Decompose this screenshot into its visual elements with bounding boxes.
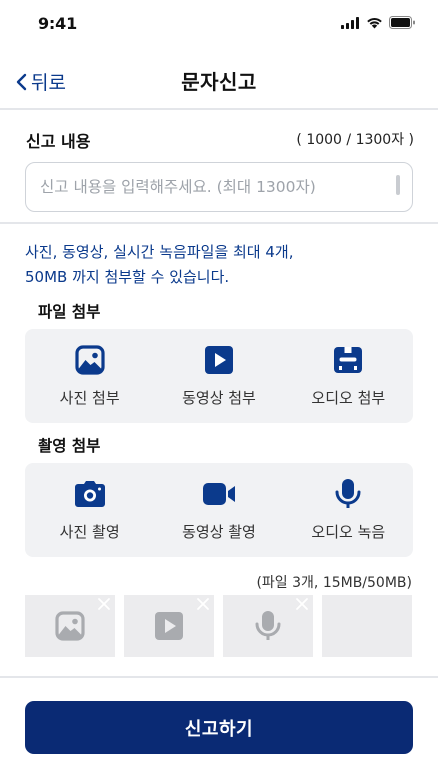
attached-file-info: (파일 3개, 15MB/50MB)	[256, 575, 412, 591]
notice-line-2: 50MB 까지 첨부할 수 있습니다.	[25, 268, 230, 286]
attach-photo-label: 사진 첨부	[59, 389, 120, 407]
cassette-icon	[334, 347, 363, 373]
char-count: ( 1000 / 1300자 )	[296, 132, 414, 148]
report-content-label: 신고 내용	[26, 132, 91, 151]
attachment-thumbnail-image[interactable]	[25, 595, 115, 657]
submit-report-button[interactable]: 신고하기	[25, 701, 413, 754]
report-content-field[interactable]	[25, 162, 413, 212]
battery-icon	[389, 16, 415, 29]
camera-icon	[74, 481, 105, 507]
attach-audio-label: 오디오 첨부	[311, 389, 386, 407]
take-photo-button[interactable]: 사진 촬영	[25, 463, 154, 557]
attach-audio-button[interactable]: 오디오 첨부	[284, 329, 413, 423]
page-title: 문자신고	[181, 70, 257, 94]
attach-video-label: 동영상 첨부	[182, 389, 256, 407]
header-divider	[0, 108, 438, 110]
input-scrollbar[interactable]	[396, 175, 400, 195]
report-content-input[interactable]	[26, 163, 412, 211]
status-bar: 9:41	[0, 0, 438, 52]
content-divider	[0, 222, 438, 224]
attachment-thumbnail-audio[interactable]	[223, 595, 313, 657]
signal-icon	[341, 16, 359, 29]
take-photo-label: 사진 촬영	[59, 523, 120, 541]
navigation-bar: 뒤로 문자신고	[0, 52, 438, 108]
microphone-icon	[335, 479, 361, 508]
play-video-icon	[204, 346, 233, 374]
remove-attachment-icon[interactable]	[97, 597, 111, 611]
remove-attachment-icon[interactable]	[196, 597, 210, 611]
record-video-label: 동영상 촬영	[182, 523, 256, 541]
attachment-notice: 사진, 동영상, 실시간 녹음파일을 최대 4개, 50MB 까지 첨부할 수 …	[25, 240, 415, 290]
attach-video-button[interactable]: 동영상 첨부	[154, 329, 283, 423]
microphone-icon	[255, 611, 281, 640]
play-video-icon	[155, 612, 183, 640]
capture-attach-panel: 사진 촬영 동영상 촬영 오디오 녹음	[25, 463, 413, 557]
attachment-slot-empty	[322, 595, 412, 657]
remove-attachment-icon[interactable]	[295, 597, 309, 611]
record-video-button[interactable]: 동영상 촬영	[154, 463, 283, 557]
record-audio-label: 오디오 녹음	[311, 523, 386, 541]
attachment-thumbnails	[25, 595, 412, 657]
file-attach-label: 파일 첨부	[38, 303, 101, 321]
file-attach-panel: 사진 첨부 동영상 첨부 오디오 첨부	[25, 329, 413, 423]
notice-line-1: 사진, 동영상, 실시간 녹음파일을 최대 4개,	[25, 243, 294, 261]
attachment-thumbnail-video[interactable]	[124, 595, 214, 657]
video-camera-icon	[202, 483, 235, 505]
wifi-icon	[367, 17, 382, 28]
image-icon	[55, 611, 85, 641]
image-icon	[75, 345, 105, 375]
footer-divider	[0, 676, 438, 678]
record-audio-button[interactable]: 오디오 녹음	[284, 463, 413, 557]
attach-photo-button[interactable]: 사진 첨부	[25, 329, 154, 423]
capture-attach-label: 촬영 첨부	[38, 437, 101, 455]
status-time: 9:41	[38, 14, 77, 33]
status-icons	[341, 16, 416, 29]
